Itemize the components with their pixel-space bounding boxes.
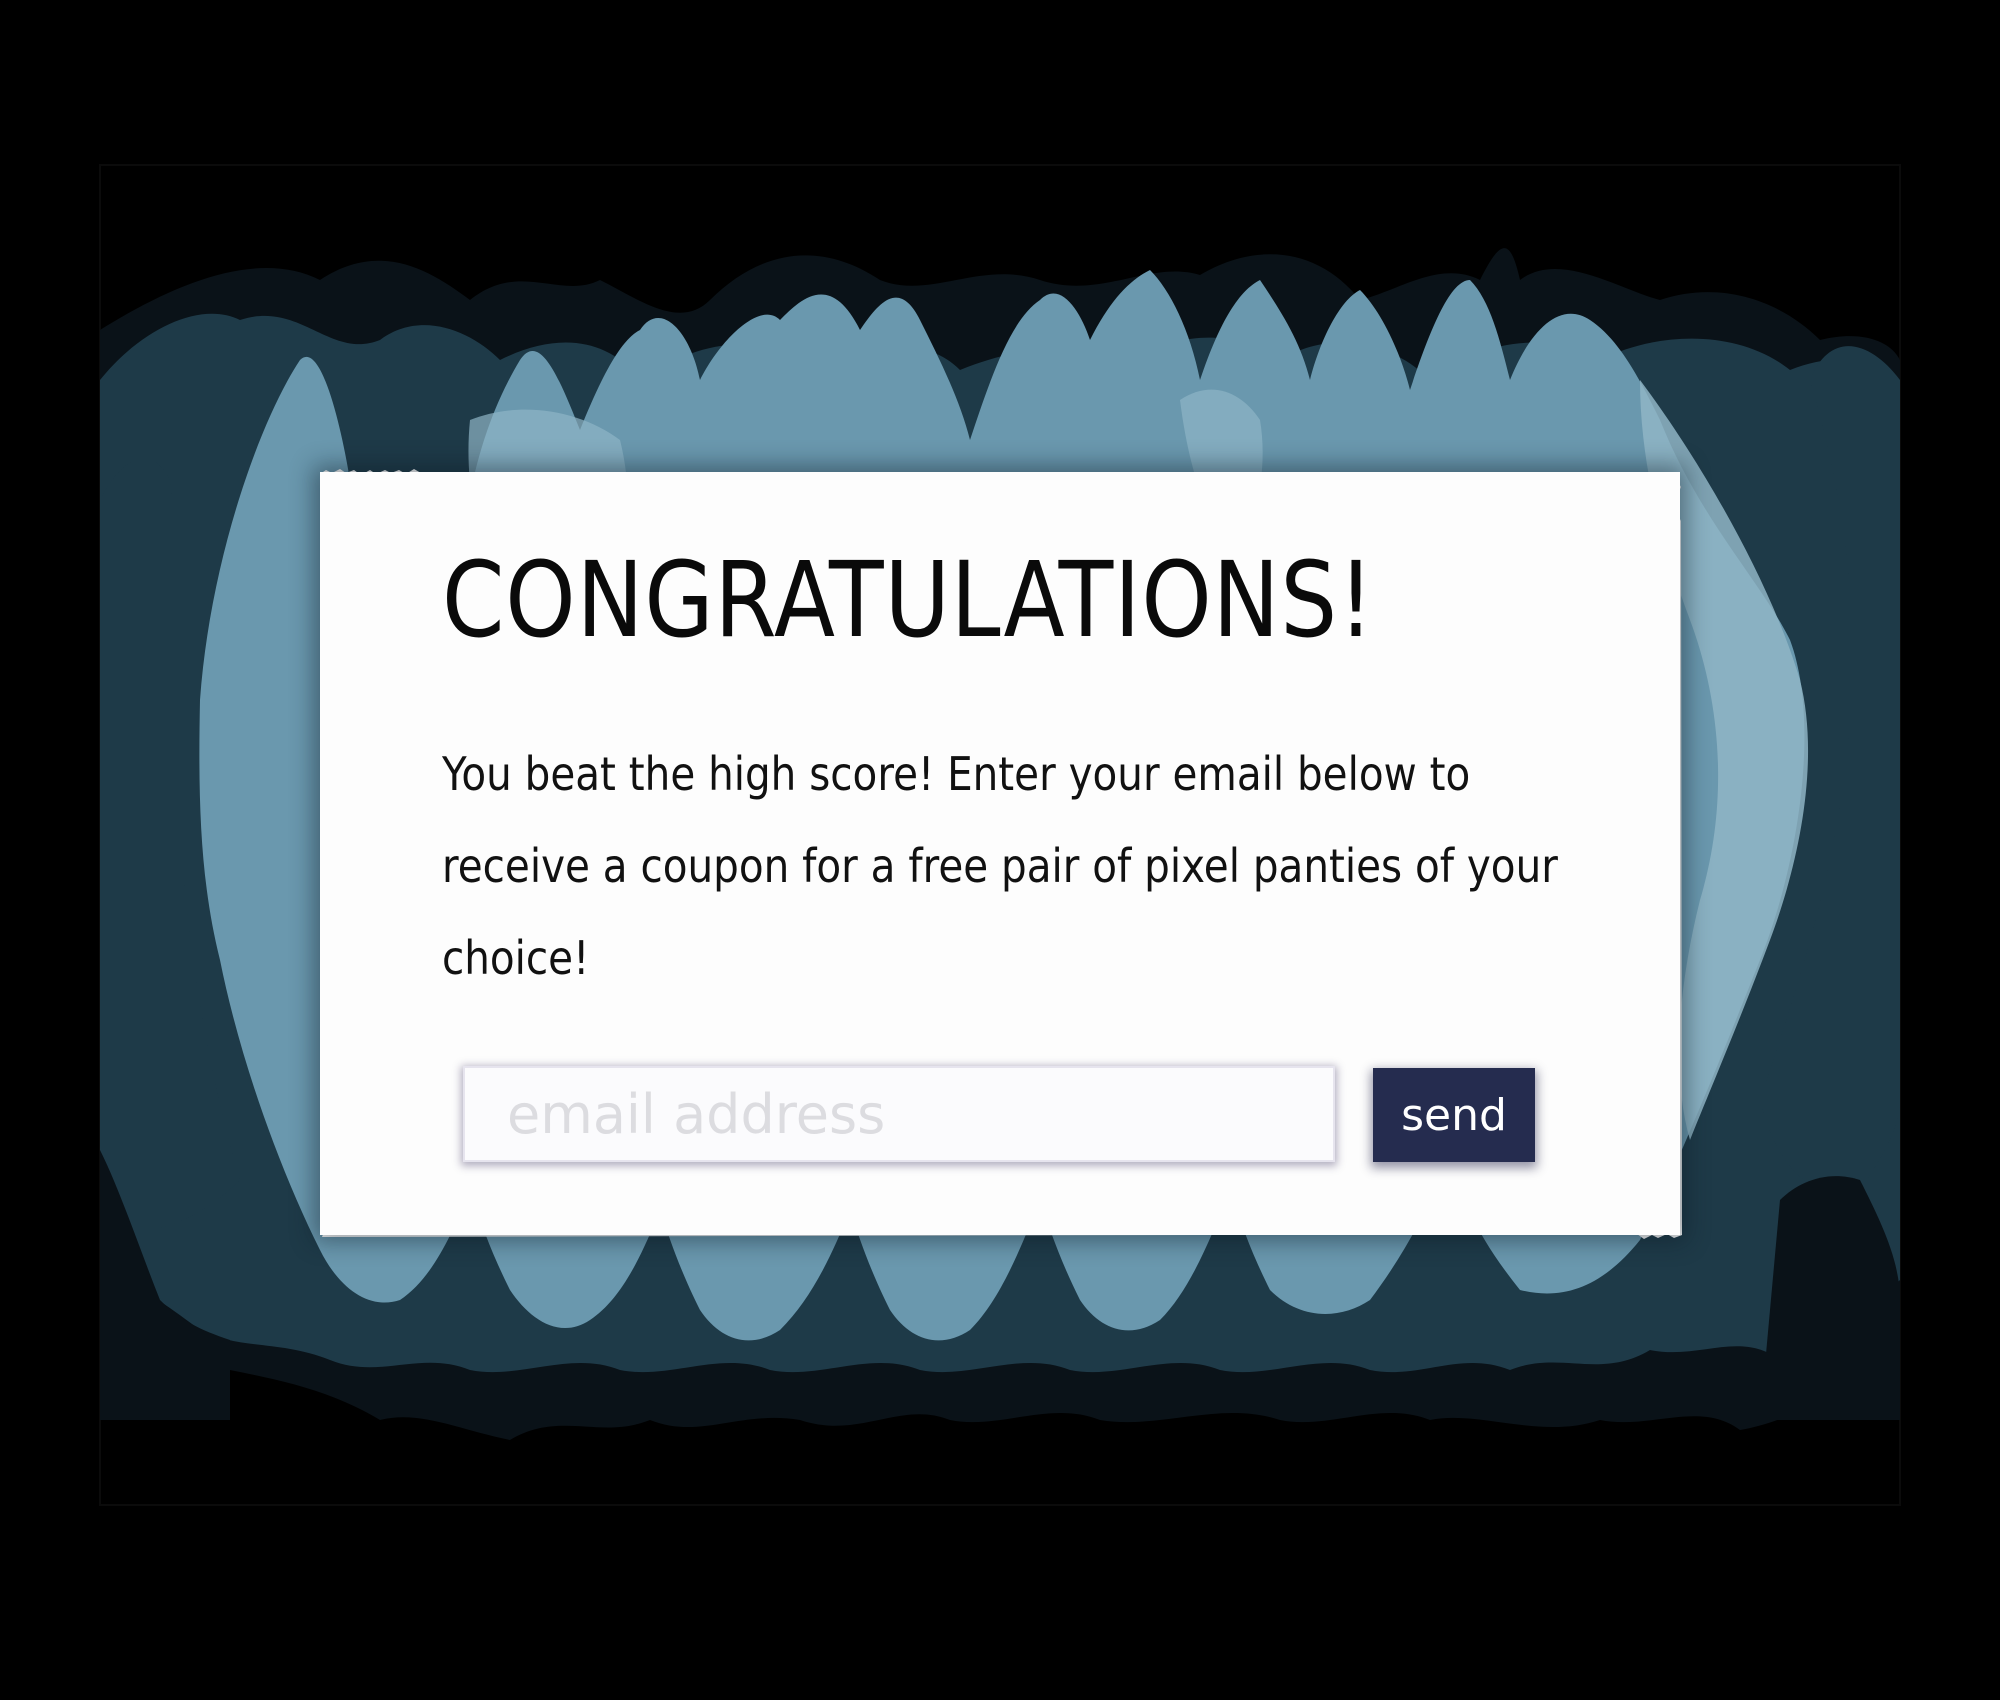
email-input[interactable]	[463, 1066, 1335, 1162]
send-button[interactable]: send	[1373, 1068, 1535, 1162]
popup-message: You beat the high score! Enter your emai…	[442, 747, 1558, 985]
game-screen: CONGRATULATIONS! You beat the high score…	[0, 0, 2000, 1700]
popup-title: CONGRATULATIONS!	[442, 539, 1375, 661]
